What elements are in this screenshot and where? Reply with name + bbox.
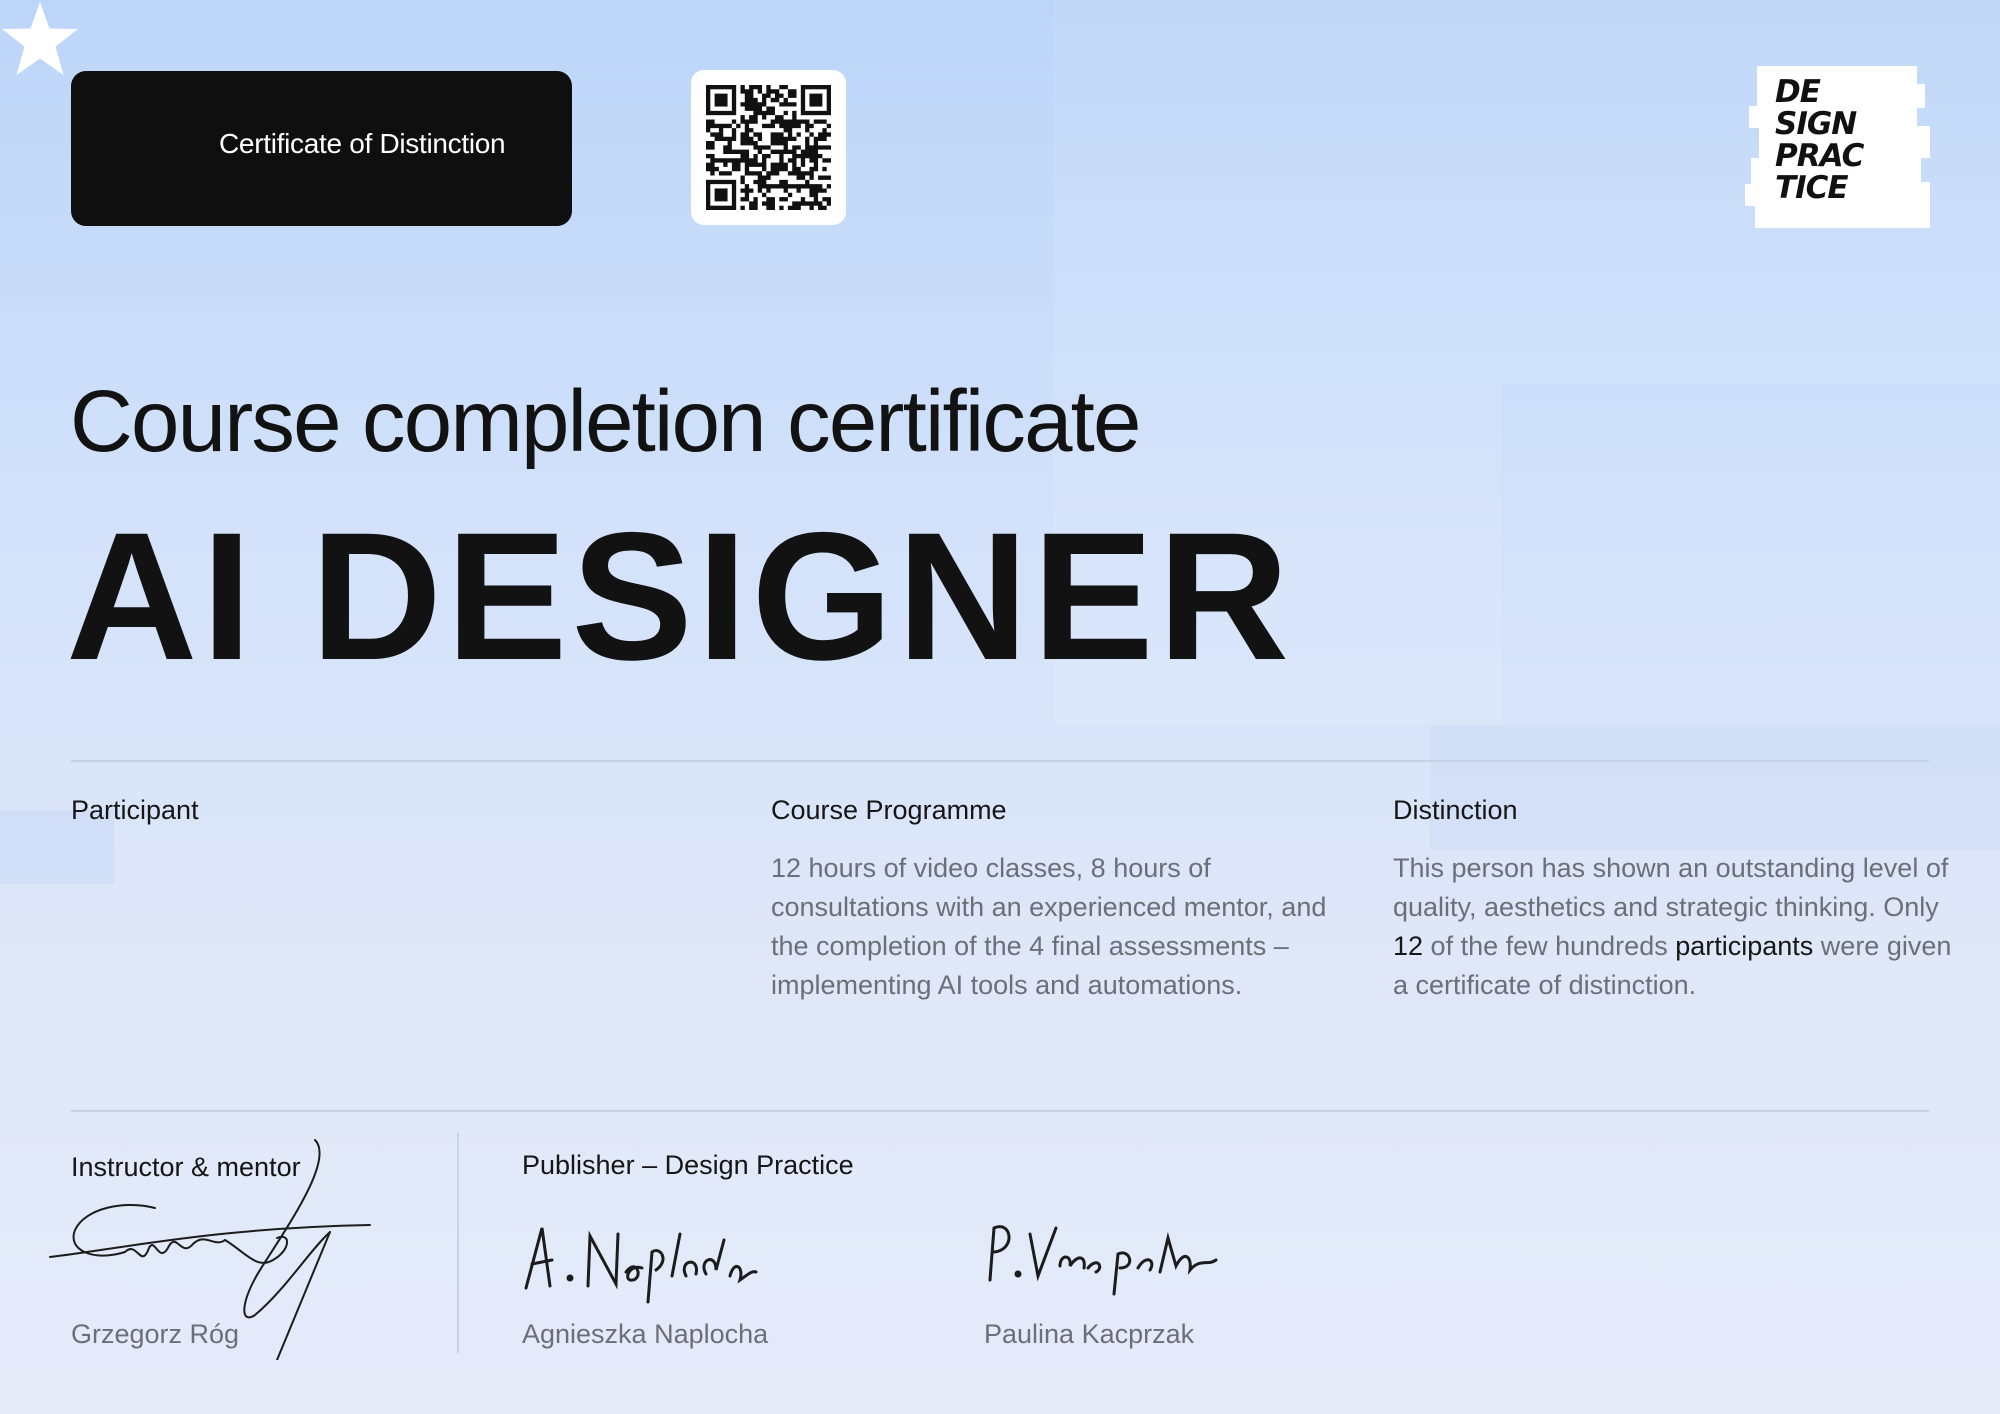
badge-label: Certificate of Distinction <box>219 128 506 159</box>
distinction-heading: Distinction <box>1393 795 1518 825</box>
programme-description: 12 hours of video classes, 8 hours of co… <box>771 853 1327 1000</box>
signature-kacprzak <box>988 1225 1218 1296</box>
divider <box>71 1110 1929 1112</box>
qr-code[interactable] <box>691 70 846 225</box>
distinction-emphasis: participants <box>1675 931 1814 961</box>
signature-naplocha <box>524 1227 758 1304</box>
background-block <box>1430 725 2000 850</box>
publisher-signer-name: Agnieszka Naplocha <box>522 1319 769 1349</box>
participant-heading: Participant <box>71 795 199 825</box>
design-practice-logo: DE SIGN PRAC TICE <box>1745 66 1930 228</box>
vertical-divider <box>457 1133 459 1353</box>
distinction-text: This person has shown an outstanding lev… <box>1393 853 1949 922</box>
programme-heading: Course Programme <box>771 795 1007 825</box>
star-icon <box>2 2 78 75</box>
course-title: AI DESIGNER <box>66 494 1294 698</box>
publisher-signer-name: Paulina Kacprzak <box>984 1319 1195 1349</box>
distinction-count: 12 <box>1393 931 1424 961</box>
divider <box>71 760 1929 762</box>
certificate-subtitle: Course completion certificate <box>70 373 1141 470</box>
publisher-heading: Publisher – Design Practice <box>522 1150 854 1180</box>
distinction-text: of the few hundreds <box>1423 931 1676 961</box>
distinction-description: This person has shown an outstanding lev… <box>1393 849 1953 1005</box>
instructor-name: Grzegorz Róg <box>71 1319 240 1349</box>
logo-text: DE SIGN PRAC TICE <box>1775 74 1864 206</box>
